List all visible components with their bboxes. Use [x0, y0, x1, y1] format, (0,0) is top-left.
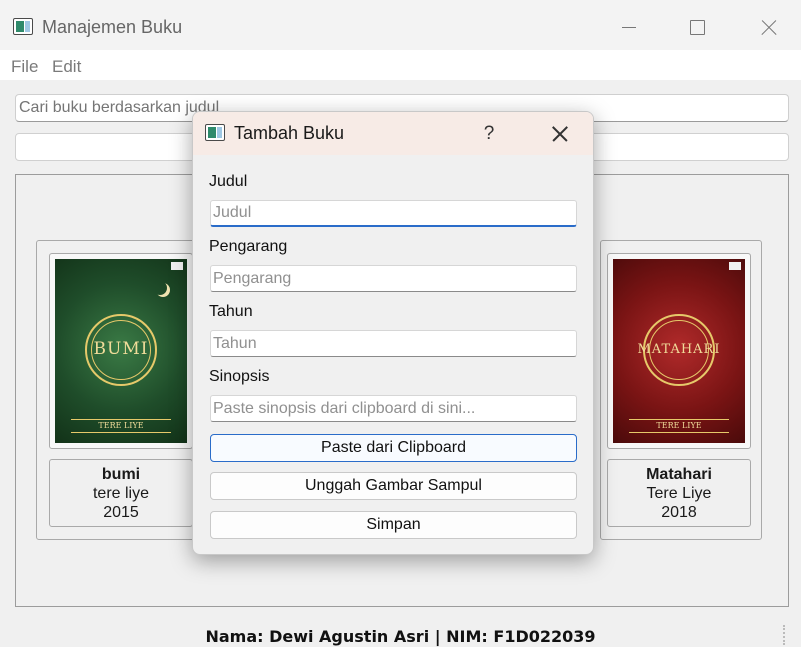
judul-label: Judul [209, 173, 248, 190]
book-year: 2015 [103, 504, 139, 521]
window-close-icon[interactable] [745, 10, 791, 44]
book-info: bumi tere liye 2015 [49, 459, 193, 527]
minimize-icon[interactable] [606, 10, 652, 44]
book-year: 2018 [661, 504, 697, 521]
save-button[interactable]: Simpan [210, 511, 577, 539]
book-author: tere liye [92, 485, 150, 502]
cover-author: TERE LIYE [629, 419, 729, 433]
tahun-label: Tahun [209, 303, 253, 320]
book-title: Matahari [646, 466, 712, 483]
pengarang-input[interactable] [210, 265, 577, 292]
dialog-close-icon[interactable] [539, 120, 579, 148]
app-icon [13, 18, 33, 35]
book-info: Matahari Tere Liye 2018 [607, 459, 751, 527]
cover-author: TERE LIYE [71, 419, 171, 433]
paste-clipboard-button[interactable]: Paste dari Clipboard [210, 434, 577, 462]
dialog-app-icon [205, 124, 225, 141]
book-cover-frame: MATAHARI TERE LIYE [607, 253, 751, 449]
book-cover-frame: BUMI TERE LIYE [49, 253, 193, 449]
resize-grip-icon[interactable] [783, 625, 797, 645]
main-titlebar: Manajemen Buku [0, 0, 801, 50]
book-cover-image: MATAHARI TERE LIYE [613, 259, 745, 443]
pengarang-label: Pengarang [209, 238, 288, 255]
dialog-title: Tambah Buku [234, 123, 345, 143]
menu-edit[interactable]: Edit [52, 57, 81, 77]
cover-title: MATAHARI [637, 342, 721, 357]
student-footer: Nama: Dewi Agustin Asri | NIM: F1D022039 [205, 627, 596, 646]
maximize-icon[interactable] [674, 10, 720, 44]
book-author: Tere Liye [646, 485, 712, 502]
book-card[interactable]: MATAHARI TERE LIYE Matahari Tere Liye 20… [600, 240, 762, 540]
moon-icon [153, 281, 167, 295]
menu-file[interactable]: File [11, 57, 38, 77]
book-cover-image: BUMI TERE LIYE [55, 259, 187, 443]
dialog-titlebar: Tambah Buku ? [193, 112, 593, 155]
cover-title: BUMI [93, 339, 149, 359]
tahun-input[interactable] [210, 330, 577, 357]
add-book-dialog: Tambah Buku ? Judul Pengarang Tahun Sino… [192, 111, 594, 555]
window-title: Manajemen Buku [42, 17, 183, 37]
upload-cover-button[interactable]: Unggah Gambar Sampul [210, 472, 577, 500]
sinopsis-label: Sinopsis [209, 368, 270, 385]
book-card[interactable]: BUMI TERE LIYE bumi tere liye 2015 [36, 240, 198, 540]
menu-bar: File Edit [0, 50, 801, 80]
judul-input[interactable] [210, 200, 577, 227]
sinopsis-input[interactable] [210, 395, 577, 422]
help-button[interactable]: ? [475, 120, 503, 148]
book-title: bumi [101, 466, 141, 483]
